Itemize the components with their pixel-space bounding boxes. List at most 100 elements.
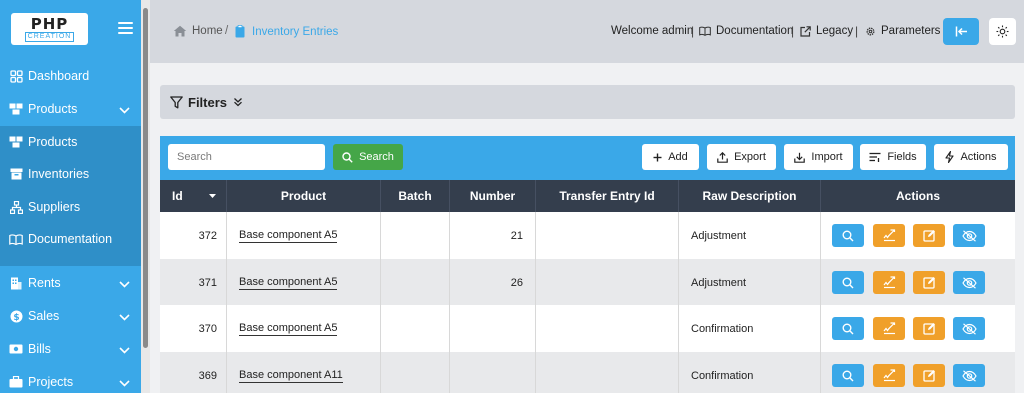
edit-inline-button[interactable] — [873, 364, 905, 387]
filter-icon — [170, 95, 183, 109]
edit-inline-button[interactable] — [873, 224, 905, 247]
view-button[interactable] — [832, 271, 864, 294]
view-button[interactable] — [832, 224, 864, 247]
cell-actions — [820, 352, 1015, 393]
edit-inline-button[interactable] — [873, 317, 905, 340]
sidebar-item-label: Sales — [28, 309, 60, 323]
logo[interactable]: PHP CREATION — [11, 13, 88, 45]
edit-button[interactable] — [913, 224, 945, 247]
cell-number: 21 — [449, 212, 535, 259]
search-button-label: Search — [359, 151, 394, 163]
cell-product: Base component A11 — [226, 352, 380, 393]
cell-number: 26 — [449, 259, 535, 306]
cell-batch — [380, 305, 449, 352]
table-row[interactable]: 369 Base component A11 Confirmation — [160, 352, 1015, 393]
sidebar-item-label: Suppliers — [28, 200, 81, 214]
sidebar-item-label: Projects — [28, 375, 74, 389]
search-input[interactable] — [168, 144, 325, 170]
fields-button[interactable]: Fields — [860, 144, 926, 170]
cell-transfer-entry-id — [535, 212, 678, 259]
export-button[interactable]: Export — [707, 144, 776, 170]
filters-label: Filters — [188, 94, 228, 110]
sidebar-item-label: Products — [28, 135, 78, 149]
edit-inline-button[interactable] — [873, 271, 905, 294]
signature-pen-icon — [883, 276, 895, 289]
header-separator: | — [855, 24, 859, 38]
import-button-label: Import — [811, 151, 843, 163]
cell-number — [449, 305, 535, 352]
cell-raw-description: Confirmation — [678, 352, 820, 393]
cell-product: Base component A5 — [226, 212, 380, 259]
fields-button-label: Fields — [887, 151, 917, 163]
legacy-link[interactable]: Legacy — [800, 25, 853, 37]
cell-transfer-entry-id — [535, 352, 678, 393]
column-header-batch[interactable]: Batch — [380, 180, 449, 212]
actions-button[interactable]: Actions — [934, 144, 1008, 170]
gear-icon — [865, 26, 876, 37]
product-link[interactable]: Base component A11 — [239, 369, 343, 383]
sidebar-item-dashboard[interactable]: Dashboard — [0, 60, 141, 92]
edit-button[interactable] — [913, 271, 945, 294]
sidebar-item-suppliers[interactable]: Suppliers — [0, 191, 141, 223]
parameters-link[interactable]: Parameters — [865, 25, 940, 37]
add-button[interactable]: Add — [642, 144, 699, 170]
product-link[interactable]: Base component A5 — [239, 276, 338, 290]
sort-desc-icon — [208, 194, 216, 198]
sun-icon — [996, 25, 1009, 38]
sidebar-item-documentation[interactable]: Documentation — [0, 223, 141, 255]
sidebar-item-products-group[interactable]: Products — [0, 93, 141, 125]
signature-pen-icon — [883, 322, 895, 335]
money-bill-icon — [9, 342, 23, 356]
column-header-number[interactable]: Number — [449, 180, 535, 212]
legacy-label: Legacy — [816, 25, 854, 37]
chevron-down-icon — [119, 343, 130, 357]
edit-button[interactable] — [913, 364, 945, 387]
sidebar-item-products[interactable]: Products — [0, 126, 141, 158]
export-button-label: Export — [734, 151, 766, 163]
cell-raw-description: Confirmation — [678, 305, 820, 352]
hide-button[interactable] — [953, 271, 985, 294]
sidebar-scrollbar-thumb[interactable] — [143, 8, 148, 348]
cell-transfer-entry-id — [535, 305, 678, 352]
sidebar-item-inventories[interactable]: Inventories — [0, 158, 141, 190]
cell-batch — [380, 352, 449, 393]
theme-toggle-button[interactable] — [989, 18, 1016, 45]
view-button[interactable] — [832, 317, 864, 340]
column-header-product[interactable]: Product — [226, 180, 380, 212]
column-header-raw-description[interactable]: Raw Description — [678, 180, 820, 212]
table-row[interactable]: 370 Base component A5 Confirmation — [160, 305, 1015, 352]
plus-icon — [653, 153, 662, 162]
search-icon — [842, 277, 854, 288]
sidebar-item-rents[interactable]: Rents — [0, 267, 141, 299]
sidebar-item-bills[interactable]: Bills — [0, 333, 141, 365]
hide-button[interactable] — [953, 317, 985, 340]
breadcrumb-separator: / — [225, 25, 229, 37]
topbar: Home / Inventory Entries Welcome admin |… — [150, 0, 1024, 63]
documentation-link[interactable]: Documentation — [699, 25, 793, 37]
product-link[interactable]: Base component A5 — [239, 229, 338, 243]
column-header-id[interactable]: Id — [160, 180, 226, 212]
sidebar-item-label: Dashboard — [28, 69, 90, 83]
signature-pen-icon — [883, 369, 895, 382]
search-button[interactable]: Search — [333, 144, 403, 170]
table-row[interactable]: 371 Base component A5 26 Adjustment — [160, 259, 1015, 306]
table-row[interactable]: 372 Base component A5 21 Adjustment — [160, 212, 1015, 259]
cell-product: Base component A5 — [226, 259, 380, 306]
column-header-transfer-entry-id[interactable]: Transfer Entry Id — [535, 180, 678, 212]
cell-batch — [380, 212, 449, 259]
collapse-sidebar-button[interactable] — [943, 18, 979, 45]
search-icon — [842, 323, 854, 334]
chevron-down-icon — [119, 103, 130, 117]
filters-panel-toggle[interactable]: Filters — [160, 85, 1015, 119]
import-button[interactable]: Import — [784, 144, 853, 170]
product-link[interactable]: Base component A5 — [239, 322, 338, 336]
breadcrumb-home[interactable]: Home — [173, 25, 223, 37]
hide-button[interactable] — [953, 224, 985, 247]
pen-square-icon — [922, 323, 935, 335]
sidebar-item-projects[interactable]: Projects — [0, 366, 141, 393]
hamburger-menu-icon[interactable] — [118, 22, 133, 34]
edit-button[interactable] — [913, 317, 945, 340]
sidebar-item-sales[interactable]: $ Sales — [0, 300, 141, 332]
hide-button[interactable] — [953, 364, 985, 387]
view-button[interactable] — [832, 364, 864, 387]
